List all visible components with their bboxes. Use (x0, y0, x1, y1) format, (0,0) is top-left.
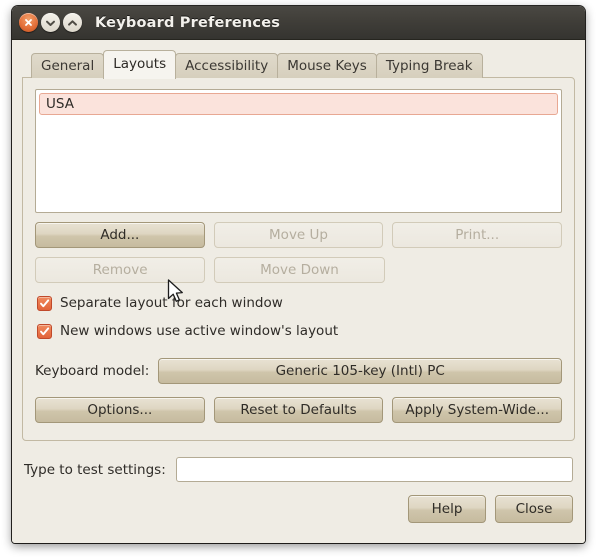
window-titlebar[interactable]: Keyboard Preferences (12, 6, 585, 40)
help-button[interactable]: Help (408, 495, 486, 523)
new-windows-layout-label: New windows use active window's layout (60, 323, 339, 339)
chevron-up-icon (68, 19, 77, 26)
tab-typing-break[interactable]: Typing Break (375, 53, 483, 78)
close-icon (25, 19, 32, 26)
keyboard-layouts-list[interactable]: USA (35, 89, 562, 213)
new-windows-layout-checkbox-row[interactable]: New windows use active window's layout (35, 323, 562, 339)
separate-layout-label: Separate layout for each window (60, 295, 283, 311)
keyboard-model-row: Keyboard model: Generic 105-key (Intl) P… (35, 358, 562, 384)
window-body: General Layouts Accessibility Mouse Keys… (12, 40, 585, 543)
remove-layout-button[interactable]: Remove (35, 257, 206, 283)
tab-general[interactable]: General (31, 53, 105, 78)
layout-buttons-row-2: Remove Move Down (35, 257, 562, 283)
separate-layout-checkbox-row[interactable]: Separate layout for each window (35, 295, 562, 311)
options-buttons-row: Options... Reset to Defaults Apply Syste… (35, 397, 563, 423)
move-up-button[interactable]: Move Up (213, 222, 384, 248)
reset-to-defaults-button[interactable]: Reset to Defaults (213, 397, 384, 423)
list-item[interactable]: USA (39, 93, 558, 115)
new-windows-layout-checkbox[interactable] (37, 323, 52, 339)
tab-layouts[interactable]: Layouts (103, 50, 177, 79)
tab-strip: General Layouts Accessibility Mouse Keys… (22, 49, 575, 79)
close-button[interactable]: Close (495, 495, 573, 523)
options-button[interactable]: Options... (35, 397, 205, 423)
apply-system-wide-button[interactable]: Apply System-Wide... (392, 397, 563, 423)
minimize-window-button[interactable] (41, 13, 60, 32)
test-settings-row: Type to test settings: (22, 457, 575, 482)
tab-accessibility[interactable]: Accessibility (175, 53, 279, 78)
keyboard-model-label: Keyboard model: (35, 363, 150, 379)
dialog-action-buttons: Help Close (22, 495, 575, 523)
keyboard-preferences-window: Keyboard Preferences General Layouts Acc… (12, 6, 585, 543)
tab-mouse-keys[interactable]: Mouse Keys (277, 53, 377, 78)
maximize-window-button[interactable] (63, 13, 82, 32)
add-layout-button[interactable]: Add... (35, 222, 205, 248)
test-settings-input[interactable] (175, 457, 573, 482)
layouts-tab-panel: USA Add... Move Up Print... Remove Move … (22, 77, 575, 441)
layout-buttons-row-1: Add... Move Up Print... (35, 222, 563, 248)
print-button[interactable]: Print... (392, 222, 563, 248)
keyboard-model-button[interactable]: Generic 105-key (Intl) PC (158, 358, 562, 384)
test-settings-label: Type to test settings: (24, 461, 166, 478)
move-down-button[interactable]: Move Down (214, 257, 385, 283)
separate-layout-checkbox[interactable] (37, 295, 52, 311)
chevron-down-icon (46, 20, 55, 26)
checkmark-icon (40, 326, 50, 335)
preferences-notebook: General Layouts Accessibility Mouse Keys… (22, 49, 575, 441)
desktop-background: Keyboard Preferences General Layouts Acc… (0, 0, 597, 557)
window-title: Keyboard Preferences (95, 14, 281, 31)
close-window-button[interactable] (19, 13, 38, 32)
checkmark-icon (40, 298, 50, 307)
layout-buttons-spacer (394, 257, 562, 283)
